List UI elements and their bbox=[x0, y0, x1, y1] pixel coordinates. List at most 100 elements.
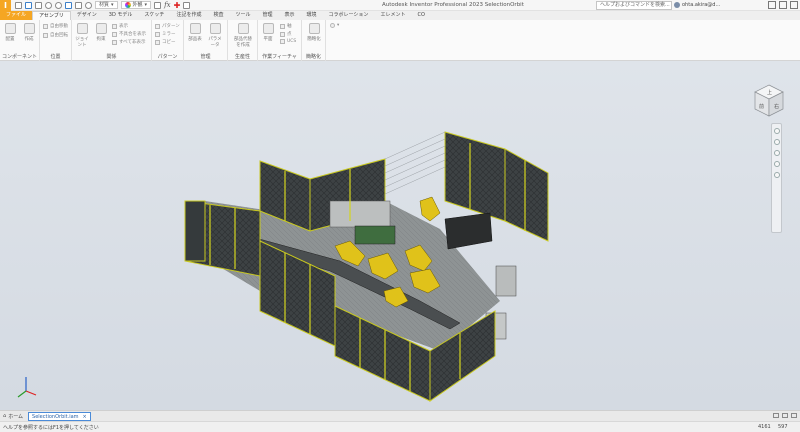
mirror-button[interactable]: ミラー bbox=[155, 31, 176, 37]
menu-icon[interactable] bbox=[791, 413, 797, 418]
hide-all-icon bbox=[112, 39, 117, 45]
print-icon[interactable] bbox=[75, 1, 82, 9]
tab-co[interactable]: CO bbox=[411, 11, 430, 20]
orbit-icon[interactable] bbox=[773, 161, 780, 167]
tab-tools[interactable]: ツール bbox=[229, 11, 256, 20]
viewcube-right-label[interactable]: 右 bbox=[774, 103, 779, 110]
graphics-viewport[interactable]: 上 前 右 bbox=[0, 61, 800, 410]
wire-fence bbox=[384, 131, 446, 195]
tab-3d-model[interactable]: 3D モデル bbox=[103, 11, 139, 20]
ribbon-tabs: ファイル アセンブリ デザイン 3D モデル スケッチ 注記を作成 検査 ツール… bbox=[0, 11, 800, 20]
close-tab-icon[interactable]: × bbox=[83, 413, 87, 420]
material-combo[interactable]: 材質 ▾ bbox=[95, 1, 118, 9]
pattern-button[interactable]: パターン bbox=[155, 23, 180, 29]
minimize-icon[interactable] bbox=[768, 1, 776, 9]
ribbon-options-button[interactable]: ▾ bbox=[330, 23, 339, 28]
fx-parameters-ribbon-icon bbox=[209, 23, 221, 34]
tab-environments[interactable]: 環境 bbox=[301, 11, 323, 20]
open-file-icon[interactable] bbox=[25, 1, 32, 9]
home-icon[interactable] bbox=[65, 1, 72, 9]
inventor-logo-icon[interactable]: I bbox=[0, 0, 11, 11]
show-sick-button[interactable]: 不具合を表示 bbox=[112, 31, 146, 37]
look-at-icon[interactable] bbox=[773, 172, 780, 178]
user-account[interactable]: ohta.akira@d... bbox=[674, 2, 720, 8]
free-rotate-button[interactable]: 自由回転 bbox=[43, 32, 68, 38]
show-sick-icon bbox=[112, 31, 117, 37]
plane-label: 平面 bbox=[263, 37, 273, 42]
constrain-button[interactable]: 拘束 bbox=[93, 23, 109, 42]
parameters-button[interactable]: パラメータ bbox=[207, 23, 223, 48]
tab-design[interactable]: デザイン bbox=[71, 11, 103, 20]
assembly-model-view[interactable] bbox=[0, 61, 800, 410]
tile-icon[interactable] bbox=[773, 413, 779, 418]
restore-icon[interactable] bbox=[779, 1, 787, 9]
panel-productivity: 部品代替を作成 生産性 bbox=[228, 20, 258, 61]
ucs-button[interactable]: UCS bbox=[280, 39, 296, 44]
free-move-icon bbox=[43, 23, 48, 29]
new-file-icon[interactable] bbox=[15, 1, 22, 9]
user-name: ohta.akira@d... bbox=[682, 2, 721, 8]
tab-file[interactable]: ファイル bbox=[0, 11, 33, 20]
show-button[interactable]: 表示 bbox=[112, 23, 128, 29]
material-combo-value: 材質 bbox=[99, 1, 110, 8]
axis-label: 軸 bbox=[287, 24, 292, 29]
viewcube-icon[interactable]: 上 前 右 bbox=[752, 83, 786, 119]
place-button[interactable]: 配置 bbox=[2, 23, 18, 42]
constrain-icon bbox=[95, 23, 107, 34]
panel-title-position: 位置 bbox=[50, 54, 61, 60]
point-button[interactable]: 点 bbox=[280, 31, 292, 37]
tab-manage[interactable]: 管理 bbox=[256, 11, 278, 20]
joint-label: ジョイント bbox=[75, 37, 89, 48]
bom-icon bbox=[189, 23, 201, 34]
help-search-input[interactable]: ヘルプおよびコマンドを検索... bbox=[596, 1, 672, 10]
axis-button[interactable]: 軸 bbox=[280, 23, 292, 29]
home-tab[interactable]: ⌂ ホーム bbox=[0, 413, 26, 420]
add-icon[interactable]: ✚ bbox=[174, 1, 181, 10]
joint-button[interactable]: ジョイント bbox=[74, 23, 90, 48]
document-count: 597 bbox=[778, 424, 788, 430]
clear-appearance-icon[interactable] bbox=[154, 1, 162, 9]
hide-all-button[interactable]: すべて非表示 bbox=[112, 39, 146, 45]
show-sick-label: 不具合を表示 bbox=[119, 32, 146, 37]
create-icon bbox=[23, 23, 35, 34]
tab-elements[interactable]: エレメント bbox=[374, 11, 411, 20]
free-move-button[interactable]: 自由移動 bbox=[43, 23, 68, 29]
mirror-label: ミラー bbox=[162, 32, 176, 37]
zoom-icon[interactable] bbox=[773, 150, 780, 156]
title-bar: I 材質 ▾ 外観 ▾ fx ✚ Autodesk Inventor Profess… bbox=[0, 0, 800, 11]
undo-icon[interactable] bbox=[45, 1, 52, 9]
copy-button[interactable]: コピー bbox=[155, 39, 176, 45]
close-icon[interactable] bbox=[790, 1, 798, 9]
settings-icon[interactable] bbox=[85, 1, 92, 9]
tab-view[interactable]: 表示 bbox=[279, 11, 301, 20]
viewcube-top-label[interactable]: 上 bbox=[767, 89, 772, 96]
tab-collaborate[interactable]: コラボレーション bbox=[323, 11, 375, 20]
panel-title-simplification: 簡略化 bbox=[305, 54, 321, 60]
navigation-bar bbox=[771, 123, 782, 233]
fx-parameters-icon[interactable]: fx bbox=[164, 1, 171, 9]
free-rotate-icon bbox=[43, 32, 48, 38]
plane-button[interactable]: 平面 bbox=[260, 23, 276, 42]
pattern-icon bbox=[155, 23, 160, 29]
home-tab-icon: ⌂ bbox=[3, 413, 7, 419]
panel-title-pattern: パターン bbox=[157, 54, 178, 60]
tab-sketch[interactable]: スケッチ bbox=[138, 11, 170, 20]
steering-wheel-icon[interactable] bbox=[773, 128, 780, 134]
pan-icon[interactable] bbox=[773, 139, 780, 145]
customize-qa-icon[interactable] bbox=[183, 1, 191, 9]
simplify-button[interactable]: 簡略化 bbox=[306, 23, 322, 42]
document-tab-selectionorbit[interactable]: SelectionOrbit.iam × bbox=[28, 411, 91, 421]
appearance-combo[interactable]: 外観 ▾ bbox=[120, 1, 152, 9]
tab-inspect[interactable]: 検査 bbox=[207, 11, 229, 20]
create-button[interactable]: 作成 bbox=[21, 23, 37, 42]
redo-icon[interactable] bbox=[55, 1, 62, 9]
viewcube-front-label[interactable]: 前 bbox=[759, 103, 764, 110]
substitute-button[interactable]: 部品代替を作成 bbox=[234, 23, 252, 48]
tab-assemble[interactable]: アセンブリ bbox=[32, 11, 71, 20]
pcb-fixture bbox=[354, 225, 396, 245]
tab-annotate[interactable]: 注記を作成 bbox=[170, 11, 207, 20]
viewcube[interactable]: 上 前 右 bbox=[752, 83, 786, 121]
save-icon[interactable] bbox=[35, 1, 42, 9]
cascade-icon[interactable] bbox=[782, 413, 788, 418]
bom-button[interactable]: 部品表 bbox=[187, 23, 203, 42]
